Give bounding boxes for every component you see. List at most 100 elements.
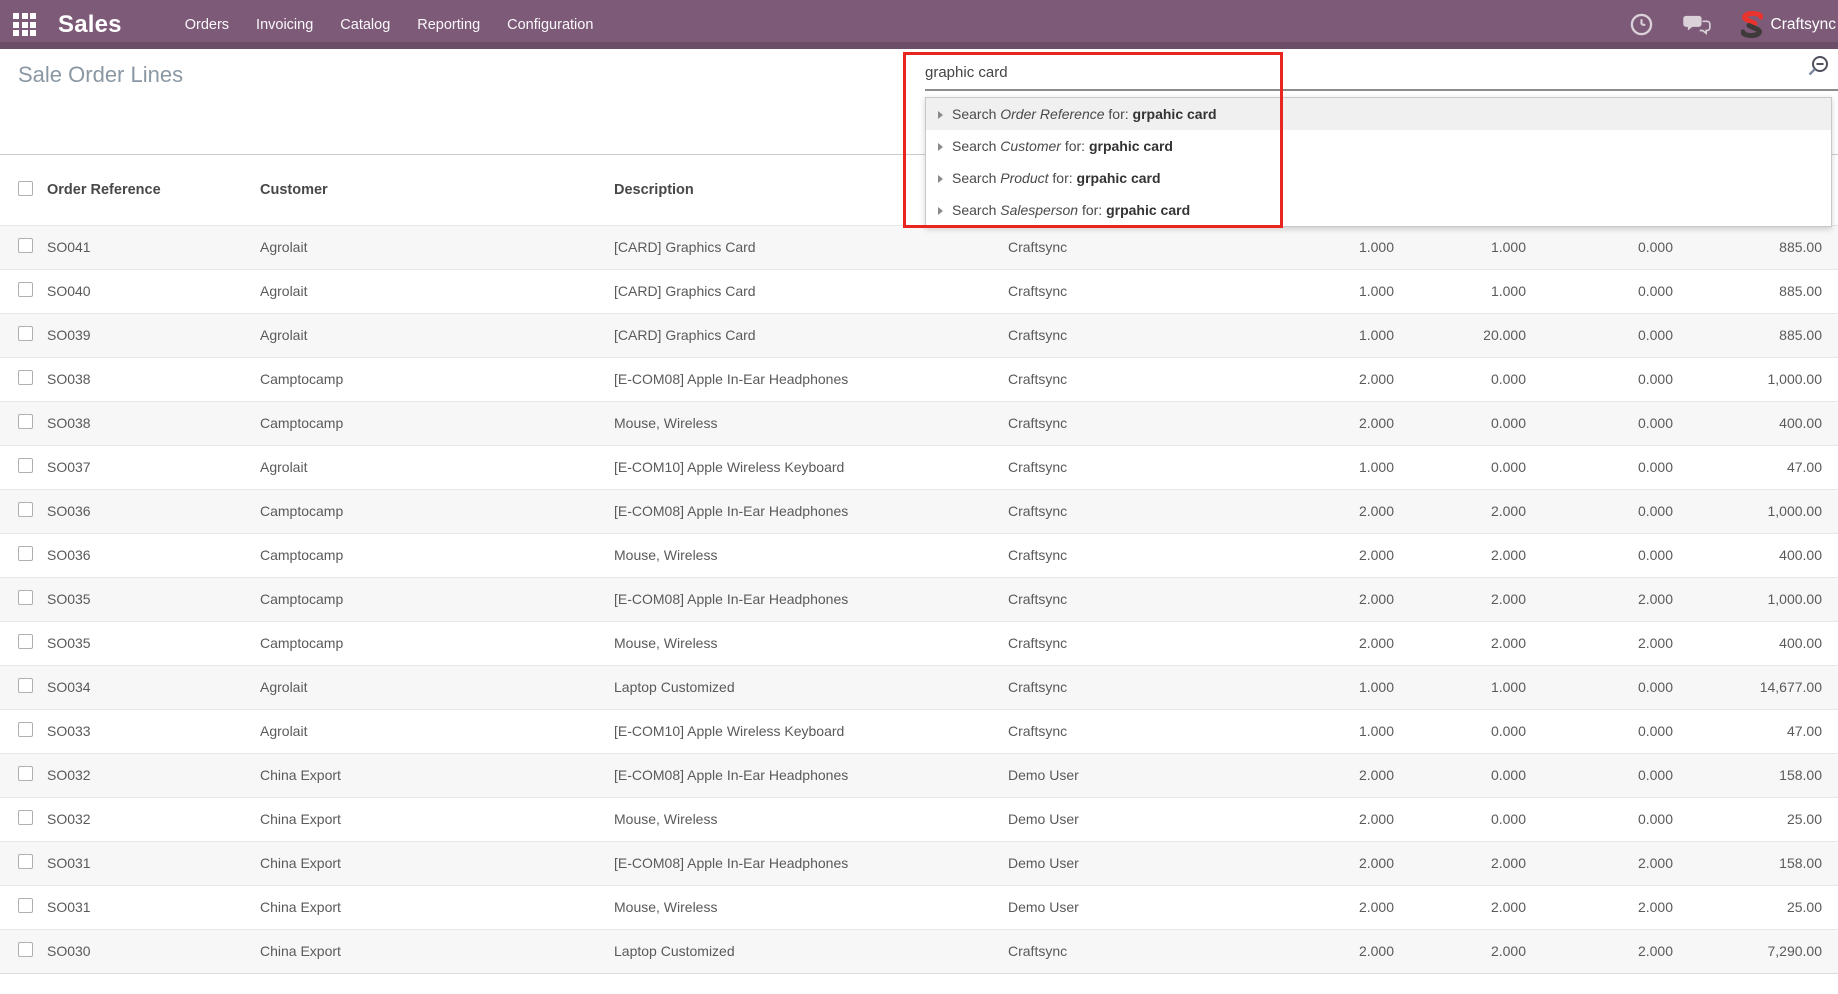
row-checkbox-cell <box>0 841 47 885</box>
row-checkbox[interactable] <box>18 414 33 429</box>
chat-icon[interactable] <box>1683 14 1711 36</box>
cell-order-reference: SO035 <box>47 621 260 665</box>
table-row[interactable]: SO037 Agrolait [E-COM10] Apple Wireless … <box>0 445 1838 489</box>
cell-salesperson: Craftsync <box>1008 225 1259 269</box>
main-menu: Orders Invoicing Catalog Reporting Confi… <box>185 17 594 33</box>
cell-salesperson: Demo User <box>1008 753 1259 797</box>
table-row[interactable]: SO032 China Export Mouse, Wireless Demo … <box>0 797 1838 841</box>
row-checkbox[interactable] <box>18 678 33 693</box>
suggestion-prefix: Search <box>952 106 996 122</box>
cell-customer: Agrolait <box>260 269 614 313</box>
search-input[interactable] <box>925 58 1800 86</box>
row-checkbox[interactable] <box>18 502 33 517</box>
table-row[interactable]: SO039 Agrolait [CARD] Graphics Card Craf… <box>0 313 1838 357</box>
row-checkbox[interactable] <box>18 590 33 605</box>
cell-customer: Camptocamp <box>260 357 614 401</box>
table-row[interactable]: SO031 China Export Mouse, Wireless Demo … <box>0 885 1838 929</box>
table-row[interactable]: SO041 Agrolait [CARD] Graphics Card Craf… <box>0 225 1838 269</box>
suggestion-field: Salesperson <box>1000 202 1078 218</box>
row-checkbox[interactable] <box>18 854 33 869</box>
table-row[interactable]: SO040 Agrolait [CARD] Graphics Card Craf… <box>0 269 1838 313</box>
cell-customer: Agrolait <box>260 709 614 753</box>
cell-customer: Agrolait <box>260 445 614 489</box>
table-row[interactable]: SO032 China Export [E-COM08] Apple In-Ea… <box>0 753 1838 797</box>
cell-salesperson: Demo User <box>1008 841 1259 885</box>
row-checkbox[interactable] <box>18 326 33 341</box>
expand-caret-icon[interactable] <box>938 207 943 215</box>
cell-qty2: 20.000 <box>1394 313 1526 357</box>
cell-qty2: 2.000 <box>1394 621 1526 665</box>
cell-order-reference: SO030 <box>47 929 260 973</box>
suggestion-term: grpahic card <box>1077 170 1161 186</box>
table-row[interactable]: SO034 Agrolait Laptop Customized Craftsy… <box>0 665 1838 709</box>
cell-order-reference: SO031 <box>47 841 260 885</box>
search-minus-icon[interactable] <box>1804 54 1831 81</box>
row-checkbox[interactable] <box>18 238 33 253</box>
expand-caret-icon[interactable] <box>938 175 943 183</box>
cell-qty3: 0.000 <box>1526 753 1673 797</box>
clock-icon[interactable] <box>1630 13 1653 36</box>
cell-qty2: 2.000 <box>1394 489 1526 533</box>
apps-grid-icon[interactable] <box>13 13 36 36</box>
app-name[interactable]: Sales <box>58 11 122 39</box>
row-checkbox[interactable] <box>18 370 33 385</box>
cell-order-reference: SO034 <box>47 665 260 709</box>
cell-qty1: 1.000 <box>1259 665 1394 709</box>
row-checkbox-cell <box>0 665 47 709</box>
cell-qty1: 2.000 <box>1259 489 1394 533</box>
table-row[interactable]: SO038 Camptocamp Mouse, Wireless Craftsy… <box>0 401 1838 445</box>
cell-order-reference: SO031 <box>47 885 260 929</box>
expand-caret-icon[interactable] <box>938 143 943 151</box>
row-checkbox[interactable] <box>18 722 33 737</box>
table-row[interactable]: SO038 Camptocamp [E-COM08] Apple In-Ear … <box>0 357 1838 401</box>
cell-salesperson: Craftsync <box>1008 313 1259 357</box>
suggestion-item[interactable]: Search Order Reference for: grpahic card <box>926 98 1831 130</box>
table-row[interactable]: SO035 Camptocamp Mouse, Wireless Craftsy… <box>0 621 1838 665</box>
row-checkbox[interactable] <box>18 810 33 825</box>
user-menu[interactable]: Craftsync <box>1771 16 1836 34</box>
select-all-cell <box>0 156 47 225</box>
row-checkbox[interactable] <box>18 634 33 649</box>
suggestion-item[interactable]: Search Customer for: grpahic card <box>926 130 1831 162</box>
menu-item-orders[interactable]: Orders <box>185 17 229 33</box>
row-checkbox-cell <box>0 577 47 621</box>
cell-salesperson: Craftsync <box>1008 665 1259 709</box>
row-checkbox[interactable] <box>18 942 33 957</box>
table-row[interactable]: SO031 China Export [E-COM08] Apple In-Ea… <box>0 841 1838 885</box>
table-row[interactable]: SO036 Camptocamp Mouse, Wireless Craftsy… <box>0 533 1838 577</box>
expand-caret-icon[interactable] <box>938 111 943 119</box>
menu-item-catalog[interactable]: Catalog <box>340 17 390 33</box>
row-checkbox[interactable] <box>18 766 33 781</box>
suggestion-item[interactable]: Search Salesperson for: grpahic card <box>926 194 1831 226</box>
row-checkbox[interactable] <box>18 898 33 913</box>
select-all-checkbox[interactable] <box>18 181 33 196</box>
list-table: Order Reference Customer Description <box>0 156 1838 973</box>
cell-order-reference: SO032 <box>47 753 260 797</box>
suggestion-connector: for: <box>1065 138 1085 154</box>
cell-qty2: 0.000 <box>1394 709 1526 753</box>
cell-description: Mouse, Wireless <box>614 797 1008 841</box>
table-row[interactable]: SO036 Camptocamp [E-COM08] Apple In-Ear … <box>0 489 1838 533</box>
cell-qty3: 2.000 <box>1526 841 1673 885</box>
menu-item-reporting[interactable]: Reporting <box>417 17 480 33</box>
row-checkbox[interactable] <box>18 546 33 561</box>
column-header-order-reference[interactable]: Order Reference <box>47 156 260 225</box>
row-checkbox[interactable] <box>18 458 33 473</box>
cell-qty1: 2.000 <box>1259 577 1394 621</box>
menu-item-invoicing[interactable]: Invoicing <box>256 17 313 33</box>
row-checkbox[interactable] <box>18 282 33 297</box>
cell-description: [E-COM08] Apple In-Ear Headphones <box>614 841 1008 885</box>
menu-item-configuration[interactable]: Configuration <box>507 17 593 33</box>
cell-salesperson: Craftsync <box>1008 401 1259 445</box>
cell-qty3: 2.000 <box>1526 621 1673 665</box>
cell-qty1: 2.000 <box>1259 621 1394 665</box>
suggestion-item[interactable]: Search Product for: grpahic card <box>926 162 1831 194</box>
cell-order-reference: SO038 <box>47 357 260 401</box>
table-row[interactable]: SO035 Camptocamp [E-COM08] Apple In-Ear … <box>0 577 1838 621</box>
column-header-customer[interactable]: Customer <box>260 156 614 225</box>
table-row[interactable]: SO033 Agrolait [E-COM10] Apple Wireless … <box>0 709 1838 753</box>
cell-amount: 25.00 <box>1673 885 1838 929</box>
table-row[interactable]: SO030 China Export Laptop Customized Cra… <box>0 929 1838 973</box>
suggestion-term: grpahic card <box>1106 202 1190 218</box>
cell-salesperson: Craftsync <box>1008 357 1259 401</box>
